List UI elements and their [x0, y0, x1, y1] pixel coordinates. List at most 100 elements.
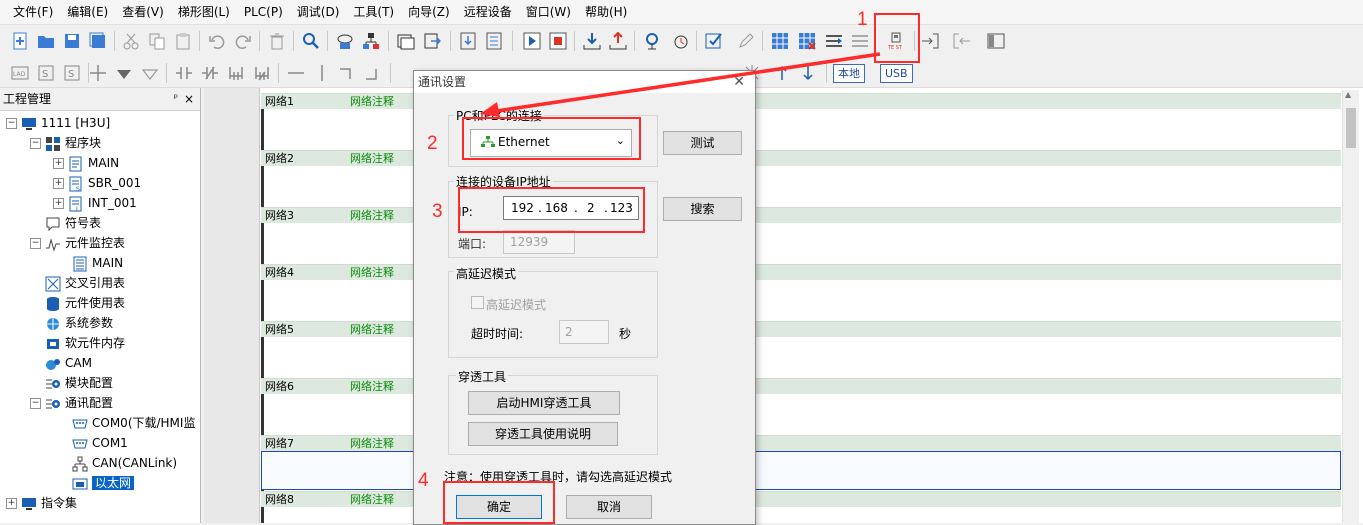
menu-view[interactable]: 查看(V): [115, 0, 171, 24]
pin-icon[interactable]: ᵖ: [174, 88, 178, 110]
tree-item-cross-reference[interactable]: 交叉引用表: [45, 273, 125, 293]
cursor-cross-icon[interactable]: [86, 61, 110, 85]
tree-item-main[interactable]: + MAIN: [53, 153, 119, 173]
timer-icon[interactable]: [668, 29, 692, 53]
grid-delete-icon[interactable]: [795, 29, 819, 53]
passthrough-help-button[interactable]: 穿透工具使用说明: [468, 422, 618, 446]
tree-item-project-root[interactable]: −1111 [H3U]: [6, 113, 110, 133]
menu-plc[interactable]: PLC(P): [237, 0, 290, 24]
parallel-nc-icon[interactable]: [250, 61, 274, 85]
tree-item-int001[interactable]: + I INT_001: [53, 193, 137, 213]
ladder-editor[interactable]: 网络1 网络注释 网络2 网络注释 网络3 网络注释 网络4 网络注释 网络5 网络注释 …: [204, 88, 1363, 523]
tree-item-symbol-table[interactable]: 符号表: [45, 213, 101, 233]
tree-item-soft-memory[interactable]: 软元件内存: [45, 333, 125, 353]
edit-check-icon[interactable]: [702, 29, 726, 53]
tree-item-usage-table[interactable]: 元件使用表: [45, 293, 125, 313]
down-arrow-icon[interactable]: [796, 61, 820, 85]
delete-icon[interactable]: [265, 29, 289, 53]
monitor-icon[interactable]: [333, 29, 357, 53]
webcam-monitor-icon[interactable]: [640, 29, 664, 53]
cancel-button[interactable]: 取消: [566, 495, 652, 519]
vertical-scrollbar[interactable]: ▲: [1342, 90, 1359, 523]
upload-icon[interactable]: [606, 29, 630, 53]
timeout-field[interactable]: 2: [559, 320, 609, 344]
insert-row-icon[interactable]: [822, 29, 846, 53]
run-icon[interactable]: [520, 29, 544, 53]
compile-icon[interactable]: [456, 29, 480, 53]
network-comment[interactable]: 网络注释: [350, 94, 394, 109]
contact-nc-icon[interactable]: [198, 61, 222, 85]
parallel-contact-icon[interactable]: [224, 61, 248, 85]
menu-remote-device[interactable]: 远程设备: [457, 0, 519, 24]
pencil-icon[interactable]: [734, 29, 758, 53]
port-field[interactable]: 12939: [503, 230, 575, 254]
compile-all-icon[interactable]: [482, 29, 506, 53]
network-comment[interactable]: 网络注释: [350, 265, 394, 280]
network-comment[interactable]: 网络注释: [350, 436, 394, 451]
scrollbar-thumb[interactable]: [1346, 108, 1356, 148]
tree-item-com1[interactable]: COM1: [72, 433, 128, 453]
menu-tools[interactable]: 工具(T): [346, 0, 401, 24]
usb-button[interactable]: USB: [880, 64, 913, 83]
delete-row-icon[interactable]: [848, 29, 872, 53]
vline-icon[interactable]: [310, 61, 334, 85]
network-comment[interactable]: 网络注释: [350, 151, 394, 166]
tree-item-program-blocks[interactable]: − 程序块: [30, 133, 101, 153]
local-button[interactable]: 本地: [833, 64, 865, 83]
redo-icon[interactable]: [231, 29, 255, 53]
search-icon[interactable]: [299, 29, 323, 53]
window-icon[interactable]: [394, 29, 418, 53]
contact-no-icon[interactable]: [172, 61, 196, 85]
tree-item-monitor-main[interactable]: MAIN: [72, 253, 123, 273]
menu-file[interactable]: 文件(F): [6, 0, 60, 24]
lad-view-icon[interactable]: LAD: [8, 61, 32, 85]
tree-item-instruction-set[interactable]: + 指令集: [6, 493, 77, 513]
cut-icon[interactable]: [119, 29, 143, 53]
tree-item-system-params[interactable]: 系统参数: [45, 313, 113, 333]
tree-item-sbr001[interactable]: + S SBR_001: [53, 173, 141, 193]
menu-debug[interactable]: 调试(D): [290, 0, 347, 24]
high-delay-checkbox[interactable]: [471, 296, 484, 309]
network-comment[interactable]: 网络注释: [350, 492, 394, 507]
new-file-icon[interactable]: [8, 29, 32, 53]
function-block-icon[interactable]: [362, 61, 386, 85]
stop-icon[interactable]: [546, 29, 570, 53]
search-button[interactable]: 搜索: [663, 197, 742, 221]
hline-icon[interactable]: [284, 61, 308, 85]
login-icon[interactable]: [918, 29, 942, 53]
menu-edit[interactable]: 编辑(E): [60, 0, 115, 24]
download-icon[interactable]: [580, 29, 604, 53]
tree-item-ethernet[interactable]: 以太网: [72, 473, 135, 493]
network-comment[interactable]: 网络注释: [350, 208, 394, 223]
coil-icon[interactable]: [336, 61, 360, 85]
network-comment[interactable]: 网络注释: [350, 322, 394, 337]
start-hmi-passthrough-button[interactable]: 启动HMI穿透工具: [468, 391, 620, 415]
network-comment[interactable]: 网络注释: [350, 379, 394, 394]
close-icon[interactable]: ×: [184, 88, 194, 110]
menu-wizard[interactable]: 向导(Z): [401, 0, 457, 24]
up-arrow-icon[interactable]: [770, 61, 794, 85]
export-icon[interactable]: [420, 29, 444, 53]
panel-toggle-icon[interactable]: [984, 29, 1008, 53]
sfc-view-icon[interactable]: S: [34, 61, 58, 85]
tree-item-monitor-table[interactable]: − 元件监控表: [30, 233, 125, 253]
menu-help[interactable]: 帮助(H): [578, 0, 634, 24]
tree-item-can[interactable]: CAN(CANLink): [72, 453, 177, 473]
down-arrow-fill-icon[interactable]: [112, 61, 136, 85]
undo-icon[interactable]: [205, 29, 229, 53]
down-arrow-outline-icon[interactable]: [138, 61, 162, 85]
network-icon[interactable]: [359, 29, 383, 53]
close-icon[interactable]: ✕: [733, 71, 745, 93]
logout-icon[interactable]: [950, 29, 974, 53]
save-all-icon[interactable]: [86, 29, 110, 53]
open-folder-icon[interactable]: [34, 29, 58, 53]
save-icon[interactable]: [60, 29, 84, 53]
st-view-icon[interactable]: S: [60, 61, 84, 85]
copy-icon[interactable]: [145, 29, 169, 53]
tree-item-com0[interactable]: COM0(下载/HMI监: [72, 413, 195, 433]
menu-window[interactable]: 窗口(W): [519, 0, 578, 24]
test-button[interactable]: 测试: [663, 131, 742, 155]
tree-item-comm-config[interactable]: − 通讯配置: [30, 393, 113, 413]
menu-ladder[interactable]: 梯形图(L): [171, 0, 237, 24]
grid-config-icon[interactable]: [768, 29, 792, 53]
